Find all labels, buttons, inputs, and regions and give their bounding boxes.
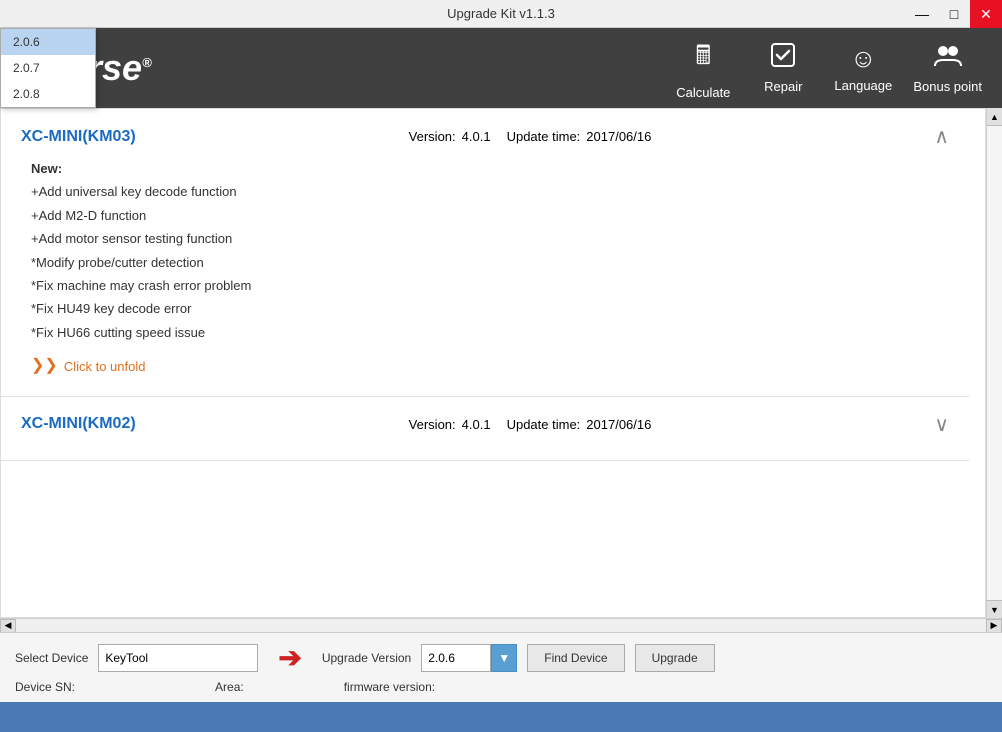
list-inner: XC-MINI(KM03) Version: 4.0.1 Update time…: [1, 109, 969, 461]
collapse-arrow-km02[interactable]: ∨: [934, 412, 949, 437]
version-input[interactable]: [421, 644, 491, 672]
item-km03-6: *Fix HU66 cutting speed issue: [31, 321, 949, 344]
language-icon: ☺: [850, 43, 877, 74]
unfold-label-km03: Click to unfold: [64, 355, 146, 378]
version-value-km02: 4.0.1: [462, 417, 491, 432]
click-unfold-km03[interactable]: ❯❯ Click to unfold: [31, 352, 949, 381]
header-toolbar: Xhorse® 🖩 Calculate Repair ☺: [0, 28, 1002, 108]
toolbar-bonus-point[interactable]: Bonus point: [913, 42, 982, 94]
select-device-input[interactable]: [98, 644, 258, 672]
vscrollbar: ▲ ▼: [986, 108, 1002, 618]
item-km03-4: *Fix machine may crash error problem: [31, 274, 949, 297]
update-time-value-km03: 2017/06/16: [586, 129, 651, 144]
update-time-label-km02: Update time:: [507, 417, 581, 432]
repair-label: Repair: [764, 79, 802, 94]
bottom-row2: Device SN: Area: firmware version:: [15, 680, 987, 694]
toolbar-language[interactable]: ☺ Language: [833, 43, 893, 93]
device-content-km03: New: +Add universal key decode function …: [21, 157, 949, 381]
title-bar-controls: — □ ✕: [906, 0, 1002, 28]
content-area: XC-MINI(KM03) Version: 4.0.1 Update time…: [0, 108, 1002, 732]
item-km03-3: *Modify probe/cutter detection: [31, 251, 949, 274]
toolbar-repair[interactable]: Repair: [753, 42, 813, 94]
find-device-button[interactable]: Find Device: [527, 644, 624, 672]
hscrollbar: ◀ ▶: [0, 618, 1002, 632]
hscroll-left-btn[interactable]: ◀: [0, 619, 16, 633]
version-dropdown-btn[interactable]: ▼: [491, 644, 517, 672]
main-window: Xhorse® 🖩 Calculate Repair ☺: [0, 28, 1002, 732]
version-label-km03: Version:: [409, 129, 456, 144]
version-value-km03: 4.0.1: [462, 129, 491, 144]
scroll-wrapper: XC-MINI(KM03) Version: 4.0.1 Update time…: [0, 108, 1002, 618]
device-sn-label: Device SN:: [15, 680, 75, 694]
minimize-button[interactable]: —: [906, 0, 938, 28]
version-container: ▼ 2.0.6 2.0.7 2.0.8: [421, 644, 517, 672]
item-km03-5: *Fix HU49 key decode error: [31, 297, 949, 320]
vscroll-down-btn[interactable]: ▼: [987, 600, 1002, 618]
version-label-km02: Version:: [409, 417, 456, 432]
status-bar: [0, 702, 1002, 732]
upgrade-version-label: Upgrade Version: [322, 651, 411, 665]
device-title-km02: XC-MINI(KM02): [21, 415, 136, 433]
calculate-icon: 🖩: [696, 37, 712, 81]
bottom-row1: Select Device ➔ Upgrade Version ▼ 2.0.6 …: [15, 641, 987, 674]
window-title: Upgrade Kit v1.1.3: [447, 6, 555, 21]
calculate-label: Calculate: [676, 85, 730, 100]
device-entry-km03: XC-MINI(KM03) Version: 4.0.1 Update time…: [1, 109, 969, 397]
bottom-toolbar: Select Device ➔ Upgrade Version ▼ 2.0.6 …: [0, 632, 1002, 702]
hscroll-track: [16, 619, 986, 633]
item-km03-1: +Add M2-D function: [31, 204, 949, 227]
bonus-point-icon: [934, 42, 962, 75]
update-time-label-km03: Update time:: [507, 129, 581, 144]
logo-registered: ®: [142, 55, 152, 70]
device-title-km03: XC-MINI(KM03): [21, 128, 136, 146]
list-area[interactable]: XC-MINI(KM03) Version: 4.0.1 Update time…: [0, 108, 986, 618]
vscroll-track: [987, 126, 1002, 600]
select-device-label: Select Device: [15, 651, 88, 665]
unfold-icon-km03: ❯❯: [31, 352, 58, 381]
red-arrow-icon: ➔: [278, 641, 301, 674]
close-button[interactable]: ✕: [970, 0, 1002, 28]
update-time-value-km02: 2017/06/16: [586, 417, 651, 432]
device-meta-km03: Version: 4.0.1 Update time: 2017/06/16: [409, 129, 652, 144]
upgrade-button[interactable]: Upgrade: [635, 644, 715, 672]
title-bar: Upgrade Kit v1.1.3 — □ ✕: [0, 0, 1002, 28]
toolbar-calculate[interactable]: 🖩 Calculate: [673, 37, 733, 100]
section-new-km03: New:: [31, 161, 62, 176]
hscroll-right-btn[interactable]: ▶: [986, 619, 1002, 633]
firmware-version-label: firmware version:: [344, 680, 435, 694]
device-header-km02: XC-MINI(KM02) Version: 4.0.1 Update time…: [21, 412, 949, 437]
maximize-button[interactable]: □: [938, 0, 970, 28]
item-km03-2: +Add motor sensor testing function: [31, 227, 949, 250]
language-label: Language: [834, 78, 892, 93]
bonus-point-label: Bonus point: [913, 79, 982, 94]
device-meta-km02: Version: 4.0.1 Update time: 2017/06/16: [409, 417, 652, 432]
area-label: Area:: [215, 680, 244, 694]
device-entry-km02: XC-MINI(KM02) Version: 4.0.1 Update time…: [1, 397, 969, 461]
vscroll-up-btn[interactable]: ▲: [987, 108, 1002, 126]
repair-icon: [770, 42, 796, 75]
collapse-arrow-km03[interactable]: ∧: [934, 124, 949, 149]
device-header-km03: XC-MINI(KM03) Version: 4.0.1 Update time…: [21, 124, 949, 149]
toolbar-icons: 🖩 Calculate Repair ☺ Language: [673, 37, 982, 100]
item-km03-0: +Add universal key decode function: [31, 180, 949, 203]
